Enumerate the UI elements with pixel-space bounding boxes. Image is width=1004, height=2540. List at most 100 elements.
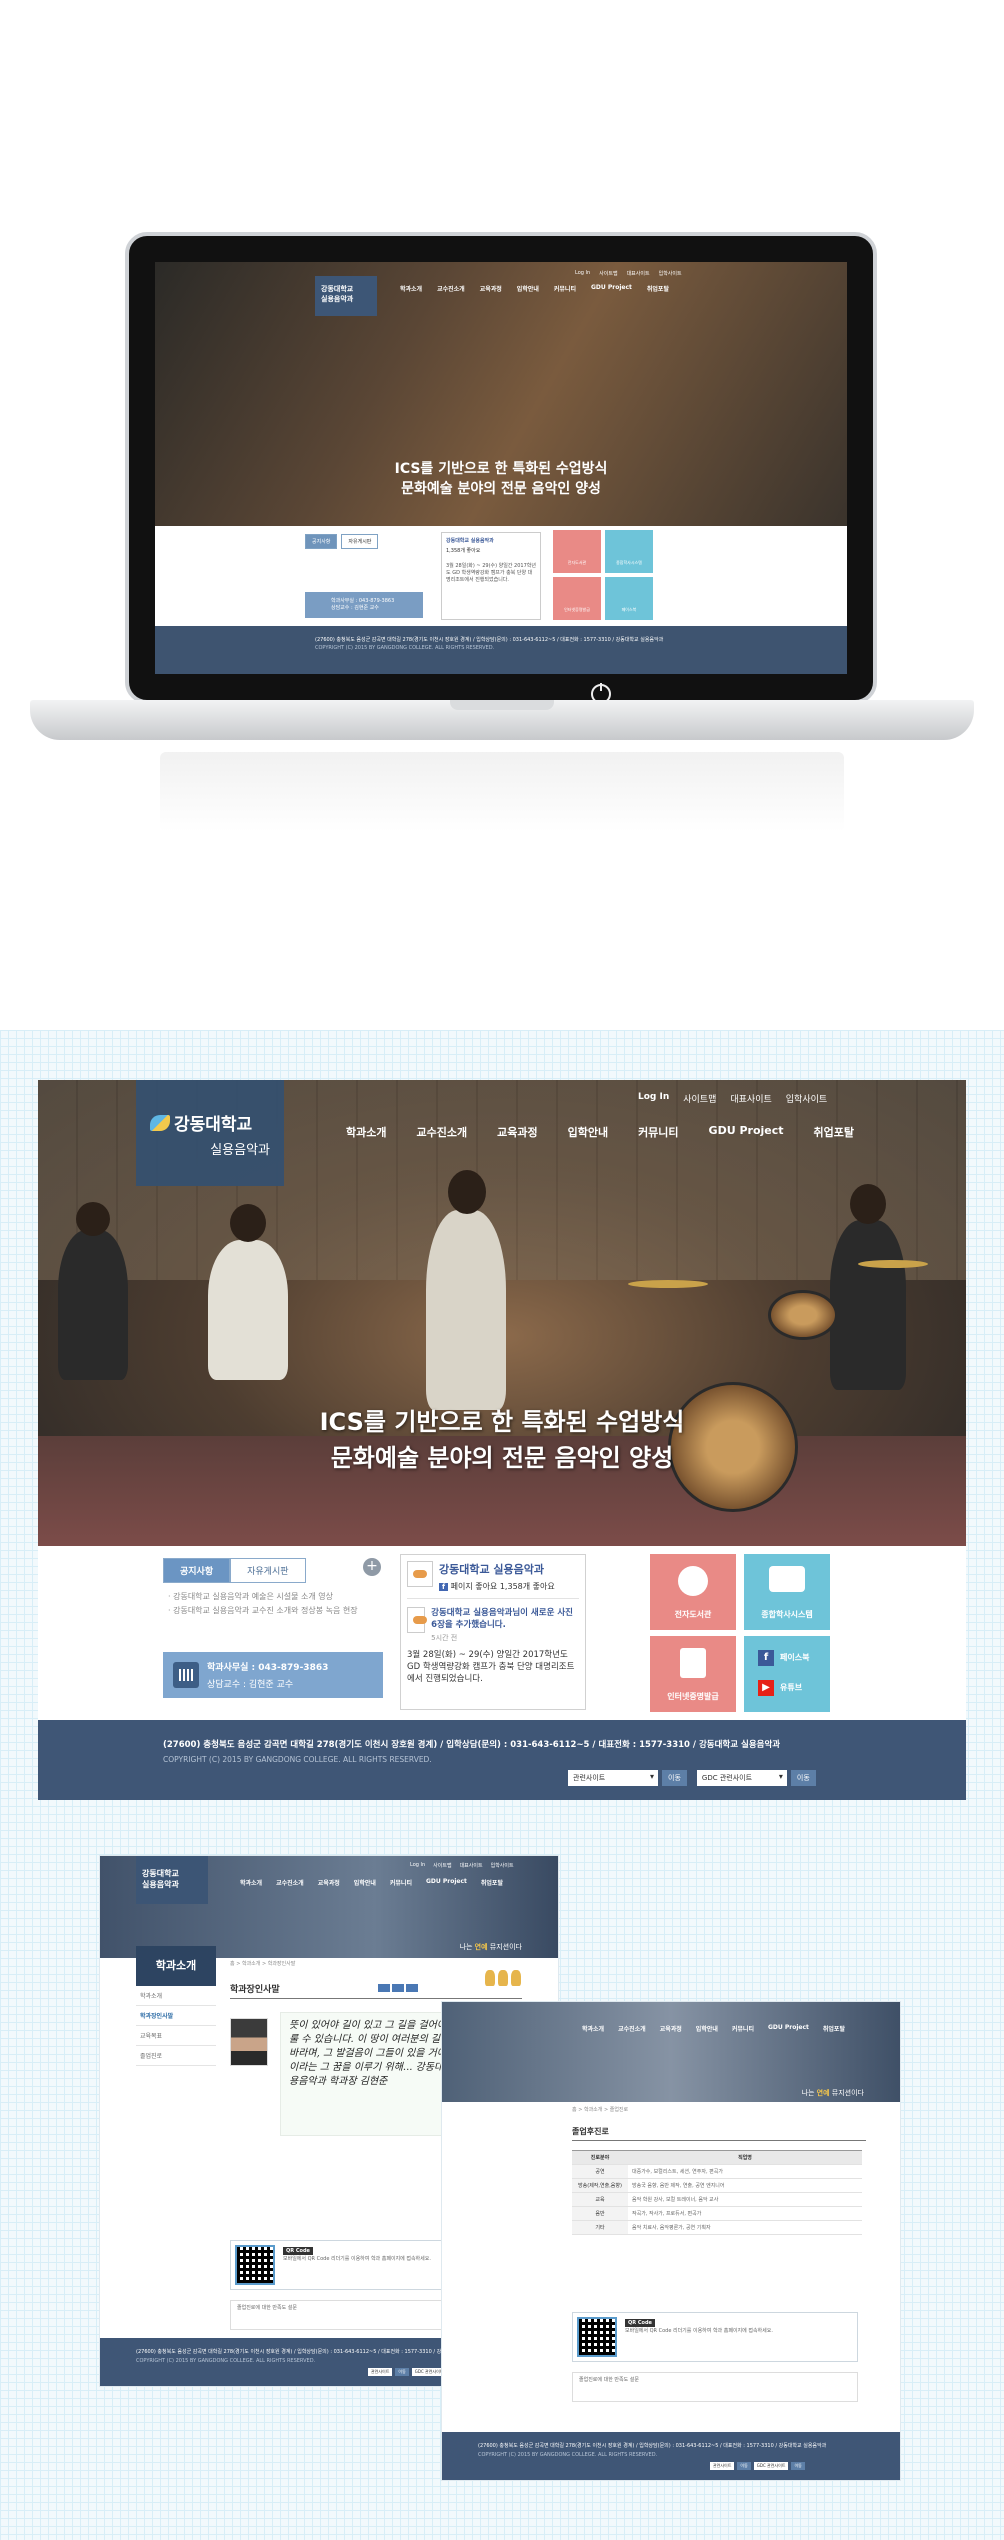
facebook-like-count: 1,358개 좋아요 — [499, 1582, 555, 1591]
facebook-link[interactable]: f 페이스북 — [754, 1650, 824, 1668]
related-site-go-button[interactable]: 이동 — [662, 1770, 687, 1786]
sub-nav-item[interactable]: 교육과정 — [318, 1878, 340, 1887]
mini-footer: (27600) 충청북도 음성군 감곡면 대학길 278(경기도 이천시 장호원… — [155, 626, 847, 674]
sub2-nav-item[interactable]: 취업포탈 — [823, 2024, 845, 2033]
notice-item[interactable]: 강동대학교 실용음악과 교수진 소개와 정상봉 녹음 현장 — [168, 1604, 378, 1618]
nav-item-career[interactable]: 취업포탈 — [814, 1124, 854, 1140]
lnb-title: 학과소개 — [136, 1946, 216, 1986]
facebook-post-title[interactable]: 강동대학교 실용음악과님이 새로운 사진 6장을 추가했습니다. — [431, 1607, 579, 1631]
nav-item-gdu-project[interactable]: GDU Project — [709, 1124, 784, 1140]
facebook-post-text: 3월 28일(화) ~ 29(수) 양일간 2017학년도 GD 학생역량강화 … — [407, 1650, 575, 1684]
nav-item-faculty[interactable]: 교수진소개 — [416, 1124, 467, 1140]
drummer — [830, 1220, 906, 1390]
sub2-nav-item[interactable]: 교육과정 — [660, 2024, 682, 2033]
related-site-select[interactable]: 관련사이트 — [568, 1770, 658, 1786]
sub-util-item[interactable]: 사이트맵 — [433, 1862, 451, 1869]
tile-e-library[interactable]: 전자도서관 — [650, 1554, 736, 1630]
share-icon[interactable] — [392, 1984, 404, 1992]
mini-tile-academic[interactable]: 종합학사시스템 — [605, 530, 653, 573]
sub2-nav-item[interactable]: 입학안내 — [696, 2024, 718, 2033]
util-main-site[interactable]: 대표사이트 — [730, 1092, 771, 1105]
facebook-post-time: 5시간 전 — [431, 1634, 458, 1642]
page-thumbnail[interactable] — [407, 1561, 433, 1587]
mini-facebook-widget[interactable]: 강동대학교 실용음악과 1,358개 좋아요 3월 28일(화) ~ 29(수)… — [441, 532, 541, 620]
counsel-professor: 상담교수 : 김현준 교수 — [207, 1680, 294, 1690]
sub-nav-item[interactable]: 학과소개 — [240, 1878, 262, 1887]
sub2-qr-description: QR Code 모바일에서 QR Code 리더기를 이용하여 학과 홈페이지에 … — [625, 2319, 773, 2334]
mini-nav-item[interactable]: 취업포탈 — [647, 284, 669, 293]
mini-nav-item[interactable]: 교육과정 — [480, 284, 502, 293]
gdc-site-go-button[interactable]: 이동 — [790, 1770, 816, 1786]
util-sitemap[interactable]: 사이트맵 — [683, 1092, 716, 1105]
share-icon[interactable] — [378, 1984, 390, 1992]
cymbal — [628, 1280, 708, 1288]
mini-util-login[interactable]: Log In — [575, 270, 590, 277]
youtube-link[interactable]: ▶ 유튜브 — [754, 1680, 824, 1698]
mini-nav-item[interactable]: 학과소개 — [400, 284, 422, 293]
lnb-item-goal[interactable]: 교육목표 — [136, 2026, 216, 2046]
mini-tab-notice[interactable]: 공지사항 — [305, 534, 338, 549]
notice-item[interactable]: 강동대학교 실용음악과 예술은 시설물 소개 영상 — [168, 1590, 378, 1604]
sub2-go-button[interactable]: 이동 — [737, 2462, 751, 2470]
nav-item-admission[interactable]: 입학안내 — [568, 1124, 608, 1140]
musician-head — [76, 1202, 110, 1236]
nav-item-community[interactable]: 커뮤니티 — [638, 1124, 678, 1140]
share-icon[interactable] — [406, 1984, 418, 1992]
mini-nav-item[interactable]: GDU Project — [591, 284, 632, 293]
sub2-related-select[interactable]: 관련사이트 — [710, 2462, 735, 2470]
sub-nav-item[interactable]: 입학안내 — [354, 1878, 376, 1887]
tile-certificate[interactable]: 인터넷증명발급 — [650, 1636, 736, 1712]
sub-nav-item[interactable]: GDU Project — [426, 1878, 467, 1887]
mini-nav-item[interactable]: 교수진소개 — [437, 284, 465, 293]
post-thumbnail[interactable] — [407, 1607, 428, 1633]
util-admission-site[interactable]: 입학사이트 — [786, 1092, 827, 1105]
sub2-title-divider — [572, 2140, 866, 2141]
lnb-item-career[interactable]: 졸업진로 — [136, 2046, 216, 2066]
mini-util-main[interactable]: 대표사이트 — [627, 270, 650, 277]
site-logo[interactable]: 강동대학교 실용음악과 — [136, 1080, 284, 1186]
sub2-gdc-select[interactable]: GDC 관련사이트 — [753, 2462, 789, 2470]
sub-nav-item[interactable]: 교수진소개 — [276, 1878, 304, 1887]
facebook-like-button[interactable]: 페이지 좋아요 — [451, 1582, 498, 1591]
sub2-nav-item[interactable]: 커뮤니티 — [732, 2024, 754, 2033]
sub-nav-item[interactable]: 취업포탈 — [481, 1878, 503, 1887]
sub-util-item[interactable]: 입학사이트 — [491, 1862, 514, 1869]
facebook-like-icon[interactable]: f — [439, 1583, 449, 1591]
sub2-satisfaction-poll[interactable]: 졸업진로에 대한 만족도 설문 — [572, 2372, 858, 2402]
sub-util-item[interactable]: Log In — [410, 1862, 425, 1869]
nav-item-intro[interactable]: 학과소개 — [346, 1124, 386, 1140]
mini-util-admission[interactable]: 입학사이트 — [659, 270, 682, 277]
sub2-nav-item[interactable]: 교수진소개 — [618, 2024, 646, 2033]
mini-nav-item[interactable]: 입학안내 — [517, 284, 539, 293]
mini-tile-certificate[interactable]: 인터넷증명발급 — [553, 577, 601, 620]
local-nav: 학과소개 학과장인사말 교육목표 졸업진로 — [136, 1986, 216, 2066]
sub-go-button[interactable]: 이동 — [395, 2368, 409, 2376]
sub-related-select[interactable]: 관련사이트 — [368, 2368, 393, 2376]
sub2-nav-item[interactable]: GDU Project — [768, 2024, 809, 2033]
sub-util-item[interactable]: 대표사이트 — [460, 1862, 483, 1869]
mini-tile-library[interactable]: 전자도서관 — [553, 530, 601, 573]
tab-free-board[interactable]: 자유게시판 — [230, 1558, 306, 1583]
facebook-page-title[interactable]: 강동대학교 실용음악과 — [439, 1561, 555, 1577]
lnb-item-intro[interactable]: 학과소개 — [136, 1986, 216, 2006]
sub-nav-item[interactable]: 커뮤니티 — [390, 1878, 412, 1887]
mini-util-sitemap[interactable]: 사이트맵 — [599, 270, 617, 277]
sub2-go-button[interactable]: 이동 — [791, 2462, 805, 2470]
sub2-breadcrumb: 홈 > 학과소개 > 졸업진로 — [572, 2107, 629, 2113]
more-plus-button[interactable]: + — [363, 1558, 381, 1576]
sub2-qr-code-box: QR Code 모바일에서 QR Code 리더기를 이용하여 학과 홈페이지에 … — [572, 2312, 858, 2362]
tile-academic-system[interactable]: 종합학사시스템 — [744, 1554, 830, 1630]
mini-tab-free[interactable]: 자유게시판 — [341, 534, 379, 549]
gdc-site-select[interactable]: GDC 관련사이트 — [696, 1770, 787, 1786]
mini-nav-item[interactable]: 커뮤니티 — [554, 284, 576, 293]
sub2-nav-item[interactable]: 학과소개 — [582, 2024, 604, 2033]
tab-notice[interactable]: 공지사항 — [163, 1558, 231, 1583]
util-login[interactable]: Log In — [638, 1092, 669, 1105]
nav-item-curriculum[interactable]: 교육과정 — [497, 1124, 537, 1140]
musician-guitar — [208, 1240, 288, 1380]
sub-logo[interactable]: 강동대학교 실용음악과 — [136, 1856, 208, 1904]
mini-logo[interactable]: 강동대학교 실용음악과 — [315, 276, 377, 316]
professor-portrait — [230, 2018, 268, 2066]
mini-tile-sns[interactable]: 페이스북 — [605, 577, 653, 620]
lnb-item-greeting[interactable]: 학과장인사말 — [136, 2006, 216, 2026]
